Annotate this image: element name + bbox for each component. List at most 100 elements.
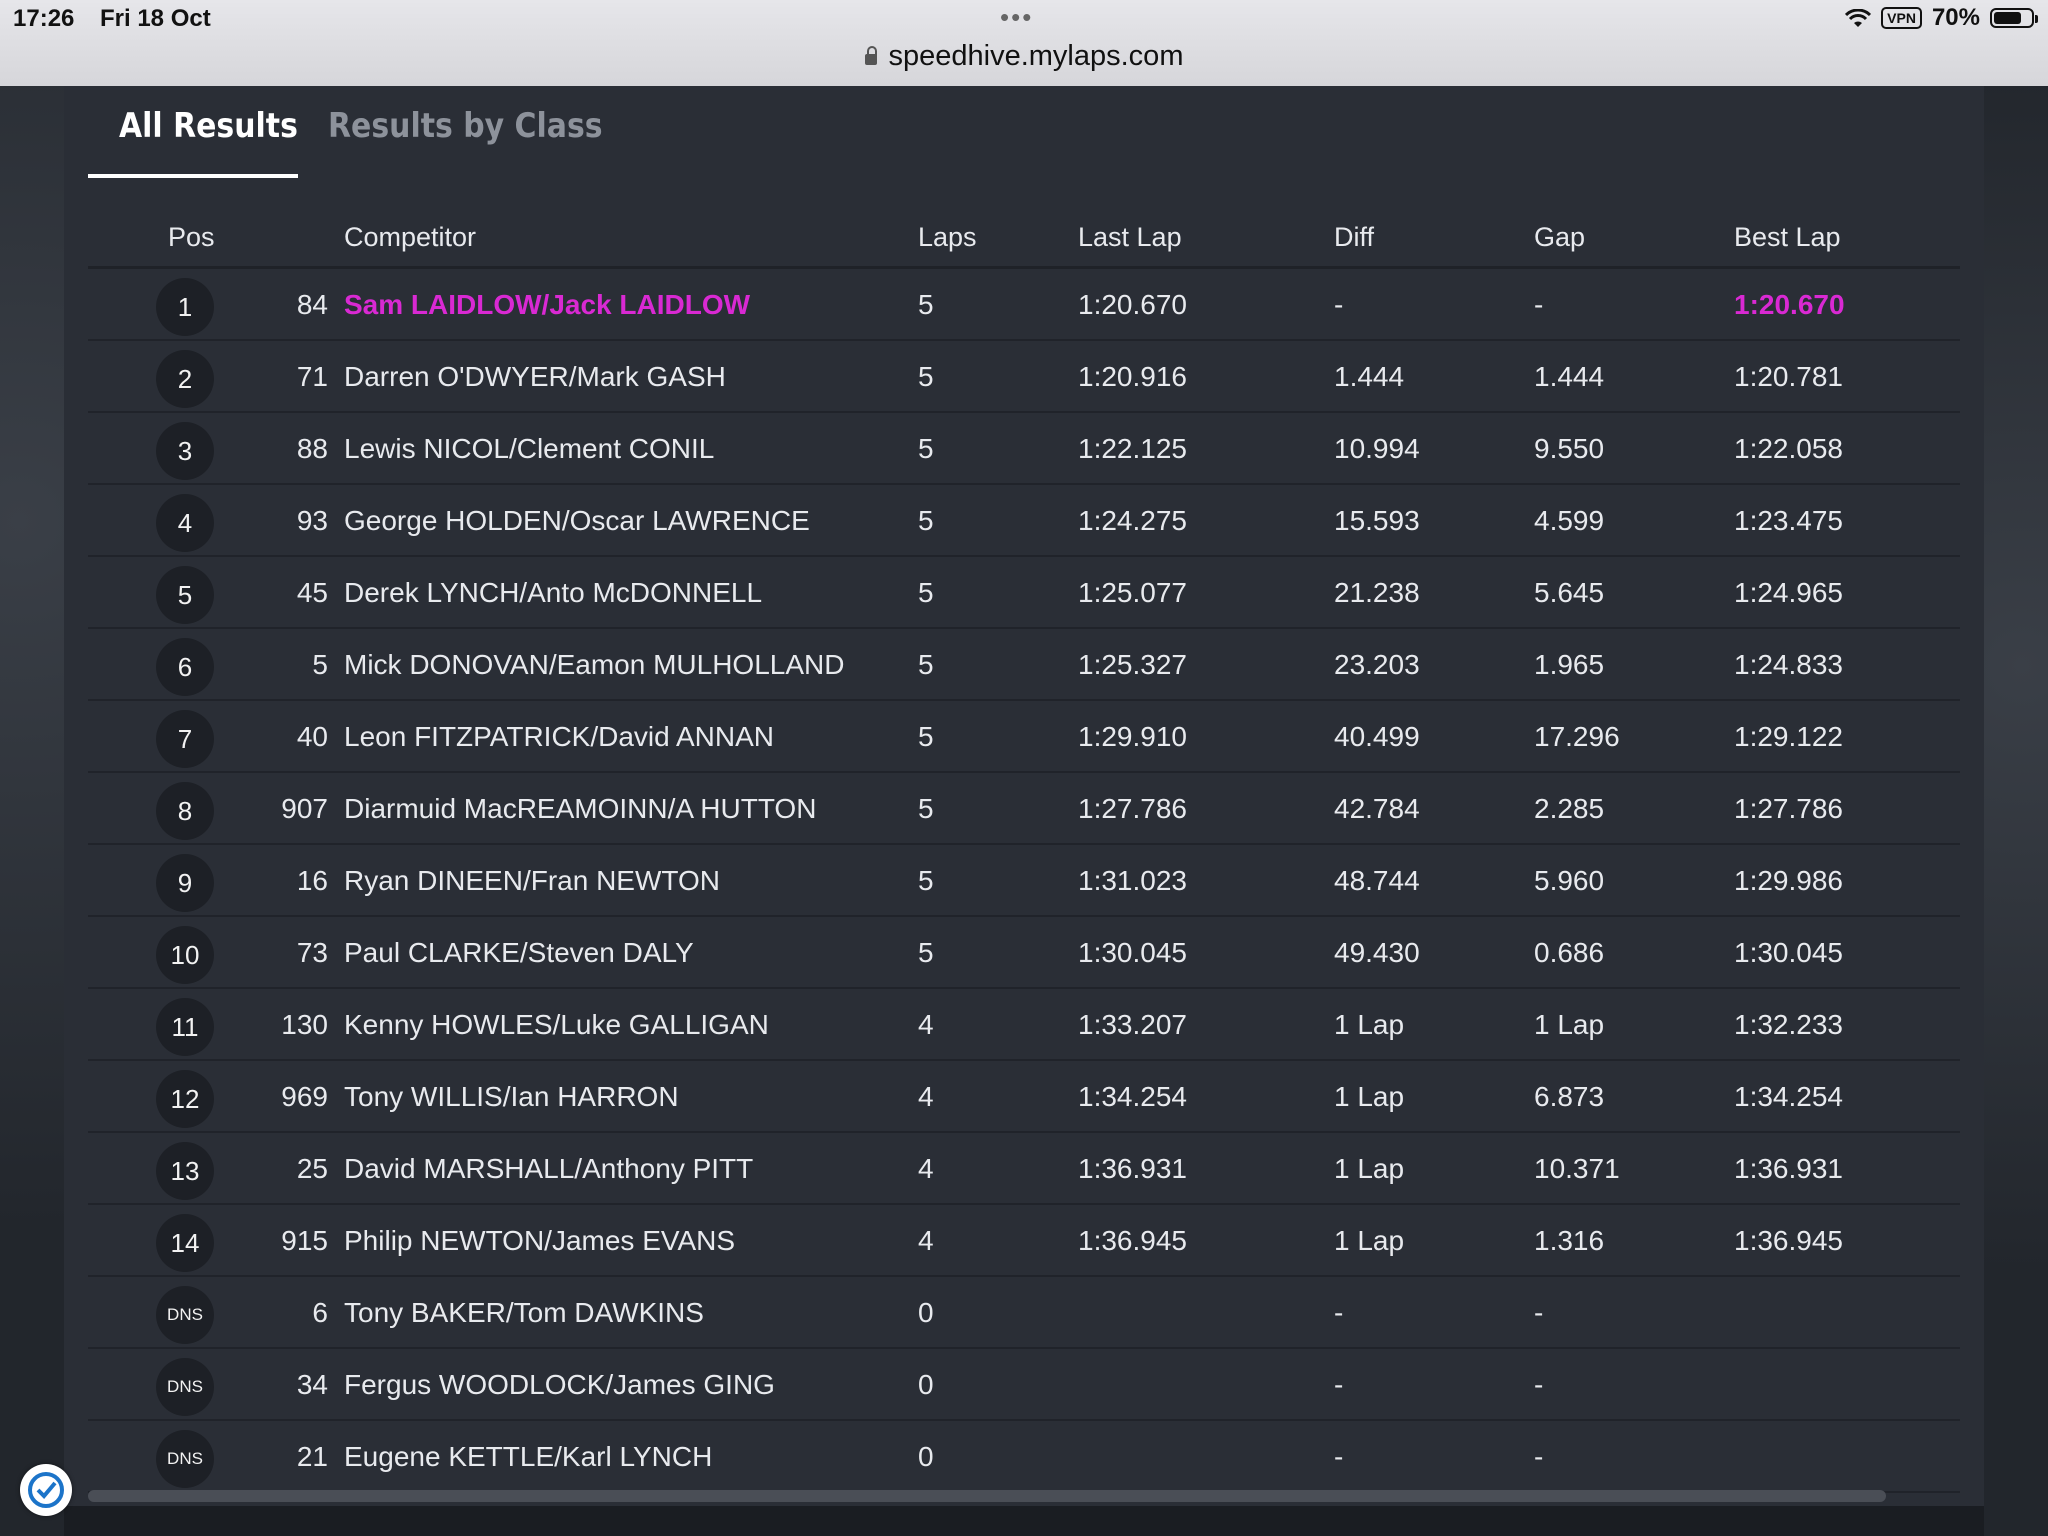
diff-value: - — [1334, 289, 1344, 320]
table-row[interactable]: 7 40 Leon FITZPATRICK/David ANNAN 5 1:29.910… — [88, 701, 1960, 773]
lock-icon — [864, 46, 877, 65]
table-row[interactable]: DNS 34 Fergus WOODLOCK/James GING 0 - - — [88, 1349, 1960, 1421]
competitor-name[interactable]: Diarmuid MacREAMOINN/A HUTTON — [344, 793, 816, 825]
table-row[interactable]: 9 16 Ryan DINEEN/Fran NEWTON 5 1:31.023 48.74… — [88, 845, 1960, 917]
table-row[interactable]: 2 71 Darren O'DWYER/Mark GASH 5 1:20.916 1.44… — [88, 341, 1960, 413]
header-competitor[interactable]: Competitor — [344, 222, 476, 253]
table-row[interactable]: 14 915 Philip NEWTON/James EVANS 4 1:36.945 1… — [88, 1205, 1960, 1277]
laps-value: 5 — [918, 865, 934, 896]
competitor-name[interactable]: Paul CLARKE/Steven DALY — [344, 937, 694, 969]
competitor-name[interactable]: Sam LAIDLOW/Jack LAIDLOW — [344, 289, 750, 321]
laps-value: 5 — [918, 937, 934, 968]
position-badge: 6 — [156, 638, 214, 696]
diff-value: - — [1334, 1297, 1344, 1328]
competitor-name[interactable]: Tony WILLIS/Ian HARRON — [344, 1081, 679, 1113]
tab-results-by-class[interactable]: Results by Class — [328, 106, 603, 146]
competitor-name[interactable]: Kenny HOWLES/Luke GALLIGAN — [344, 1009, 769, 1041]
table-row[interactable]: 8 907 Diarmuid MacREAMOINN/A HUTTON 5 1:27.7… — [88, 773, 1960, 845]
table-row[interactable]: DNS 6 Tony BAKER/Tom DAWKINS 0 - - — [88, 1277, 1960, 1349]
competitor-name[interactable]: Tony BAKER/Tom DAWKINS — [344, 1297, 704, 1329]
table-row[interactable]: 4 93 George HOLDEN/Oscar LAWRENCE 5 1:24.275… — [88, 485, 1960, 557]
gap-value: 1.444 — [1534, 361, 1605, 392]
diff-value: 1 Lap — [1334, 1009, 1405, 1040]
position-badge: 10 — [156, 926, 214, 984]
diff-value: 42.784 — [1334, 793, 1420, 824]
gap-value: 17.296 — [1534, 721, 1620, 752]
laps-value: 5 — [918, 505, 934, 536]
results-panel: All Results Results by Class Pos Competi… — [64, 86, 1984, 1506]
car-number: 84 — [296, 289, 328, 320]
laps-value: 5 — [918, 577, 934, 608]
battery-percent: 70% — [1931, 4, 1980, 31]
header-gap[interactable]: Gap — [1534, 222, 1585, 253]
table-row[interactable]: 1 84 Sam LAIDLOW/Jack LAIDLOW 5 1:20.670 - - 1:… — [88, 269, 1960, 341]
competitor-name[interactable]: Lewis NICOL/Clement CONIL — [344, 433, 714, 465]
table-row[interactable]: 6 5 Mick DONOVAN/Eamon MULHOLLAND 5 1:25.327… — [88, 629, 1960, 701]
last-lap-value: 1:27.786 — [1078, 793, 1187, 824]
ios-status-bar: 17:26 Fri 18 Oct ••• speedhive.mylaps.co… — [0, 0, 2048, 86]
car-number: 40 — [296, 721, 328, 752]
position-badge: 3 — [156, 422, 214, 480]
competitor-name[interactable]: Mick DONOVAN/Eamon MULHOLLAND — [344, 649, 844, 681]
position-badge: 5 — [156, 566, 214, 624]
last-lap-value: 1:20.670 — [1078, 289, 1187, 320]
table-row[interactable]: 13 25 David MARSHALL/Anthony PITT 4 1:36.931… — [88, 1133, 1960, 1205]
table-row[interactable]: 12 969 Tony WILLIS/Ian HARRON 4 1:34.254 1 La… — [88, 1061, 1960, 1133]
best-lap-value: 1:36.945 — [1734, 1225, 1843, 1256]
best-lap-value: 1:23.475 — [1734, 505, 1843, 536]
competitor-name[interactable]: Leon FITZPATRICK/David ANNAN — [344, 721, 774, 753]
competitor-name[interactable]: Fergus WOODLOCK/James GING — [344, 1369, 775, 1401]
header-best-lap[interactable]: Best Lap — [1734, 222, 1841, 253]
horizontal-scrollbar[interactable] — [88, 1490, 1886, 1502]
diff-value: 23.203 — [1334, 649, 1420, 680]
position-badge: 9 — [156, 854, 214, 912]
header-pos[interactable]: Pos — [168, 222, 215, 253]
table-row[interactable]: DNS 21 Eugene KETTLE/Karl LYNCH 0 - - — [88, 1421, 1960, 1493]
best-lap-value: 1:29.122 — [1734, 721, 1843, 752]
table-row[interactable]: 10 73 Paul CLARKE/Steven DALY 5 1:30.045 49.4… — [88, 917, 1960, 989]
header-diff[interactable]: Diff — [1334, 222, 1374, 253]
status-date: Fri 18 Oct — [100, 5, 211, 32]
table-row[interactable]: 3 88 Lewis NICOL/Clement CONIL 5 1:22.125 10.… — [88, 413, 1960, 485]
position-badge: 4 — [156, 494, 214, 552]
status-time: 17:26 — [13, 5, 75, 32]
competitor-name[interactable]: Ryan DINEEN/Fran NEWTON — [344, 865, 720, 897]
tab-all-results[interactable]: All Results — [119, 106, 298, 146]
address-bar[interactable]: speedhive.mylaps.com — [0, 40, 2048, 73]
competitor-name[interactable]: Eugene KETTLE/Karl LYNCH — [344, 1441, 712, 1473]
competitor-name[interactable]: Darren O'DWYER/Mark GASH — [344, 361, 726, 393]
last-lap-value: 1:24.275 — [1078, 505, 1187, 536]
header-last-lap[interactable]: Last Lap — [1078, 222, 1182, 253]
url-text: speedhive.mylaps.com — [888, 40, 1184, 72]
last-lap-value: 1:30.045 — [1078, 937, 1187, 968]
best-lap-value: 1:30.045 — [1734, 937, 1843, 968]
background-left — [0, 86, 64, 1536]
car-number: 73 — [296, 937, 328, 968]
more-dots-icon[interactable]: ••• — [1000, 2, 1033, 33]
laps-value: 5 — [918, 793, 934, 824]
verified-shield-icon[interactable] — [20, 1464, 72, 1516]
car-number: 88 — [296, 433, 328, 464]
table-row[interactable]: 5 45 Derek LYNCH/Anto McDONNELL 5 1:25.077 21… — [88, 557, 1960, 629]
position-badge: 7 — [156, 710, 214, 768]
laps-value: 0 — [918, 1297, 934, 1328]
gap-value: 10.371 — [1534, 1153, 1620, 1184]
competitor-name[interactable]: Derek LYNCH/Anto McDONNELL — [344, 577, 762, 609]
active-tab-indicator — [88, 174, 298, 178]
last-lap-value: 1:34.254 — [1078, 1081, 1187, 1112]
diff-value: 1 Lap — [1334, 1225, 1405, 1256]
competitor-name[interactable]: Philip NEWTON/James EVANS — [344, 1225, 735, 1257]
position-badge: 11 — [156, 998, 214, 1056]
diff-value: 48.744 — [1334, 865, 1420, 896]
laps-value: 0 — [918, 1441, 934, 1472]
gap-value: 6.873 — [1534, 1081, 1605, 1112]
header-laps[interactable]: Laps — [918, 222, 977, 253]
competitor-name[interactable]: George HOLDEN/Oscar LAWRENCE — [344, 505, 810, 537]
competitor-name[interactable]: David MARSHALL/Anthony PITT — [344, 1153, 753, 1185]
gap-value: 1 Lap — [1534, 1009, 1605, 1040]
laps-value: 5 — [918, 289, 934, 320]
table-body: 1 84 Sam LAIDLOW/Jack LAIDLOW 5 1:20.670- -1:… — [88, 269, 1960, 1493]
car-number: 130 — [281, 1009, 328, 1040]
table-row[interactable]: 11 130 Kenny HOWLES/Luke GALLIGAN 4 1:33.207… — [88, 989, 1960, 1061]
position-badge: DNS — [156, 1358, 214, 1416]
